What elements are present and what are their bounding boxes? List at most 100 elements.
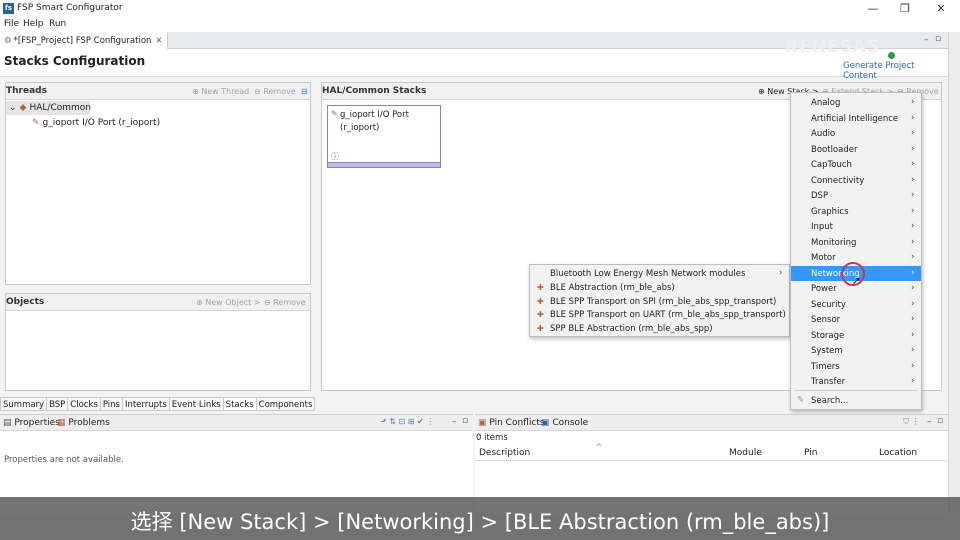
close-icon[interactable]: ✕ xyxy=(926,1,956,16)
menu-item-label: CapTouch xyxy=(811,160,852,170)
maximize-view-icon[interactable]: ▫ xyxy=(937,416,943,426)
column-location[interactable]: Location xyxy=(879,448,917,458)
module-icon: ✎ xyxy=(32,118,40,128)
problems-icon: ▦ xyxy=(57,418,69,428)
submenu-item-ble-abstraction[interactable]: ✚ BLE Abstraction (rm_ble_abs) xyxy=(530,281,789,295)
collapse-icon[interactable]: ⊟ xyxy=(301,87,308,96)
menu-item-audio[interactable]: Audio › xyxy=(791,126,921,142)
menu-item-label: Analog xyxy=(811,98,841,108)
menu-item-timers[interactable]: Timers › xyxy=(791,359,921,375)
tab-pins[interactable]: Pins xyxy=(99,397,123,411)
minimize-icon[interactable]: — xyxy=(858,1,888,16)
column-description[interactable]: Description xyxy=(479,448,530,458)
chevron-right-icon: › xyxy=(911,236,915,247)
new-stack-icon: ⊕ xyxy=(758,87,768,96)
submenu-item-ble-mesh[interactable]: Bluetooth Low Energy Mesh Network module… xyxy=(530,267,789,281)
menu-item-label: Security xyxy=(811,299,846,310)
tree-item-label: HAL/Common xyxy=(29,103,91,113)
menu-item-label: Input xyxy=(811,222,834,232)
remove-icon: ⊖ xyxy=(264,298,274,307)
view-toolbar-icons[interactable]: ⬏ ⇅ ⊡ ⊞ ✔ ⋮ xyxy=(380,417,434,426)
threads-title: Threads xyxy=(6,86,47,96)
tab-bsp[interactable]: BSP xyxy=(46,397,69,411)
generate-icon[interactable] xyxy=(888,52,895,59)
menu-item-bootloader[interactable]: Bootloader › xyxy=(791,142,921,158)
pin-icon: ▣ xyxy=(478,418,490,428)
new-thread-button[interactable]: ⊕ New Thread xyxy=(192,87,249,96)
menu-item-connectivity[interactable]: Connectivity › xyxy=(791,173,921,189)
menu-item-monitoring[interactable]: Monitoring › xyxy=(791,235,921,251)
tree-item-g-ioport[interactable]: ✎ g_ioport I/O Port (r_ioport) xyxy=(32,116,160,130)
menu-item-artificial-intelligence[interactable]: Artificial Intelligence › xyxy=(791,111,921,127)
minimize-view-icon[interactable]: – xyxy=(452,417,457,427)
tab-problems[interactable]: ▦ Problems xyxy=(57,418,110,428)
editor-tab-fsp-configuration[interactable]: ⚙ *[FSP_Project] FSP Configuration ✕ xyxy=(0,32,168,49)
sort-icon: ^ xyxy=(595,443,603,453)
tab-pin-conflicts[interactable]: ▣ Pin Conflicts xyxy=(478,418,545,428)
submenu-item-ble-spp-spi[interactable]: ✚ BLE SPP Transport on SPI (rm_ble_abs_s… xyxy=(530,295,789,309)
menu-item-security[interactable]: Security › xyxy=(791,297,921,313)
pins-view-tabbar: ▣ Pin Conflicts ▣ Console ⛉ ⋮ – ▫ xyxy=(475,415,948,431)
tab-summary[interactable]: Summary xyxy=(0,397,48,411)
properties-empty-message: Properties are not available. xyxy=(4,455,124,465)
objects-panel-header: Objects ⊕ New Object > ⊖ Remove xyxy=(6,294,310,311)
chevron-right-icon: › xyxy=(911,221,915,231)
menu-item-label: DSP xyxy=(811,191,829,201)
menu-item-captouch[interactable]: CapTouch › xyxy=(791,157,921,173)
properties-icon: ▤ xyxy=(3,418,15,428)
menu-item-transfer[interactable]: Transfer › xyxy=(791,374,921,390)
tab-interrupts[interactable]: Interrupts xyxy=(121,397,170,411)
tab-clocks[interactable]: Clocks xyxy=(67,397,101,411)
menu-item-system[interactable]: System › xyxy=(791,343,921,359)
menu-item-graphics[interactable]: Graphics › xyxy=(791,204,921,220)
menu-item-input[interactable]: Input › xyxy=(791,219,921,235)
submenu-item-ble-spp-uart[interactable]: ✚ BLE SPP Transport on UART (rm_ble_abs_… xyxy=(530,308,789,322)
close-tab-icon[interactable]: ✕ xyxy=(155,36,162,46)
minimize-view-icon[interactable]: – xyxy=(924,35,929,45)
menu-item-label: Transfer xyxy=(811,377,846,387)
new-object-button[interactable]: ⊕ New Object > xyxy=(196,298,261,307)
editor-tab-label: *[FSP_Project] FSP Configuration xyxy=(13,35,152,46)
app-logo-icon: fs xyxy=(3,3,14,14)
chevron-right-icon: › xyxy=(779,268,783,278)
submenu-item-spp-ble-abstraction[interactable]: ✚ SPP BLE Abstraction (rm_ble_abs_spp) xyxy=(530,322,789,336)
menu-item-sensor[interactable]: Sensor › xyxy=(791,312,921,328)
stack-module-block[interactable]: ✎ g_ioport I/O Port (r_ioport) ⓘ xyxy=(327,105,441,168)
chevron-right-icon: › xyxy=(911,345,915,355)
menu-item-analog[interactable]: Analog › xyxy=(791,95,921,111)
chevron-right-icon: › xyxy=(911,190,915,200)
remove-thread-button[interactable]: ⊖ Remove xyxy=(254,87,296,96)
column-pin[interactable]: Pin xyxy=(804,448,817,458)
menu-item-storage[interactable]: Storage › xyxy=(791,328,921,344)
menu-run[interactable]: Run xyxy=(49,19,66,29)
maximize-view-icon[interactable]: ▫ xyxy=(462,416,468,426)
menu-item-search[interactable]: ✎ Search... xyxy=(791,393,921,409)
chevron-down-icon[interactable]: ⌄ xyxy=(9,103,17,113)
tab-components[interactable]: Components xyxy=(255,397,316,411)
menu-item-label: Sensor xyxy=(811,315,841,325)
menu-item-dsp[interactable]: DSP › xyxy=(791,188,921,204)
tree-item-hal-common[interactable]: ⌄ ◆ HAL/Common xyxy=(6,101,91,115)
new-object-icon: ⊕ xyxy=(196,298,206,307)
filter-icon[interactable]: ⛉ ⋮ xyxy=(903,417,920,427)
generate-project-content-button[interactable]: Generate Project Content xyxy=(843,61,948,81)
menu-item-label: Artificial Intelligence xyxy=(811,113,899,124)
menu-file[interactable]: File xyxy=(4,19,19,29)
stack-block-subtitle: (r_ioport) xyxy=(340,123,380,133)
maximize-view-icon[interactable]: ▫ xyxy=(935,34,941,44)
remove-object-button[interactable]: ⊖ Remove xyxy=(264,298,306,307)
tab-properties[interactable]: ▤ Properties xyxy=(3,418,60,428)
tab-event-links[interactable]: Event Links xyxy=(168,397,224,411)
menu-help[interactable]: Help xyxy=(23,19,44,29)
info-icon[interactable]: ⓘ xyxy=(331,151,339,162)
table-header: Description ^ Module Pin Location xyxy=(475,443,948,461)
tab-stacks[interactable]: Stacks xyxy=(222,397,257,411)
mouse-cursor-icon: ➚ xyxy=(852,274,862,287)
menu-item-label: Storage xyxy=(811,330,845,341)
column-module[interactable]: Module xyxy=(729,448,762,458)
tab-console[interactable]: ▣ Console xyxy=(541,418,588,428)
menu-item-label: Power xyxy=(811,284,837,294)
module-icon: ✚ xyxy=(537,323,544,333)
restore-icon[interactable]: ❐ xyxy=(890,1,920,16)
minimize-view-icon[interactable]: – xyxy=(927,417,932,427)
